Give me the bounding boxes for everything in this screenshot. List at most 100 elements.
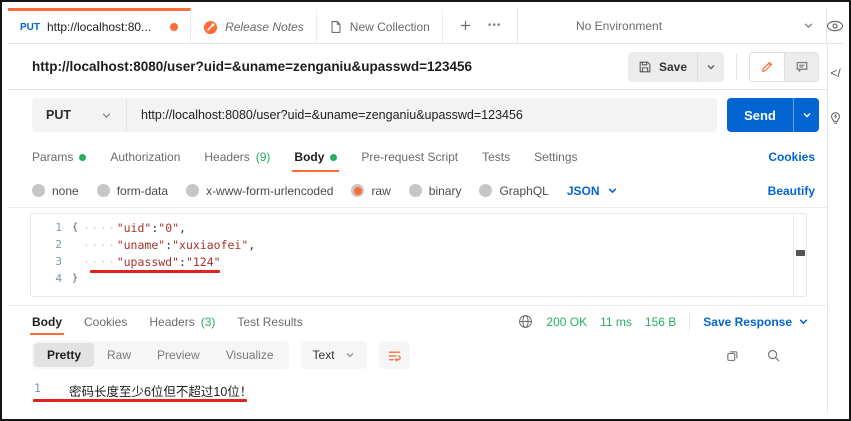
environment-selector[interactable]: No Environment <box>564 8 826 43</box>
mode-form-data[interactable]: form-data <box>96 184 168 198</box>
indent-dots: ···· <box>83 237 117 252</box>
tab-new-collection-label: New Collection <box>349 20 430 34</box>
response-toolbar: Pretty Raw Preview Visualize Text <box>8 337 827 373</box>
radio-raw-selected[interactable] <box>351 184 365 197</box>
tab-pre-request-script[interactable]: Pre-request Script <box>361 140 458 174</box>
response-header: Body Cookies Headers (3) Test Results 20… <box>8 305 827 337</box>
comments-button[interactable] <box>784 52 818 81</box>
chevron-down-icon <box>101 110 112 121</box>
url-bar: PUT http://localhost:8080/user?uid=&unam… <box>32 98 717 132</box>
request-tab-active[interactable]: PUT http://localhost:80... <box>8 8 192 43</box>
wrap-lines-button[interactable] <box>378 341 410 369</box>
mode-binary[interactable]: binary <box>408 183 462 198</box>
editor-line: 1 { ···· "uid": "0", <box>31 219 806 236</box>
json-comma: , <box>248 237 256 252</box>
annotation-underline-response <box>33 399 247 402</box>
screenshot-frame: PUT http://localhost:80... Release Notes… <box>0 0 851 421</box>
editor-scrollbar-thumb[interactable] <box>796 250 805 256</box>
radio-urlencoded[interactable] <box>186 184 200 197</box>
line-number: 1 <box>55 221 62 234</box>
search-icon[interactable] <box>766 348 781 363</box>
headers-count: (9) <box>255 150 271 164</box>
globe-network-icon[interactable] <box>518 314 533 329</box>
tab-headers-label: Headers <box>204 150 250 164</box>
mode-graphql[interactable]: GraphQL <box>479 183 549 198</box>
response-tab-headers[interactable]: Headers (3) <box>149 306 215 337</box>
tab-release-notes[interactable]: Release Notes <box>191 8 317 43</box>
url-input[interactable]: http://localhost:8080/user?uid=&uname=ze… <box>127 108 523 122</box>
view-raw[interactable]: Raw <box>94 343 144 367</box>
code-snippet-icon[interactable]: </ <box>830 66 840 80</box>
chevron-down-icon <box>798 316 809 327</box>
mode-graphql-label: GraphQL <box>499 183 549 198</box>
response-line-text: 密码长度至少6位但不超过10位！ <box>68 385 253 399</box>
radio-none[interactable] <box>32 184 45 197</box>
new-tab-plus-icon[interactable] <box>459 19 472 32</box>
view-visualize[interactable]: Visualize <box>213 343 287 367</box>
response-tab-test-results-label: Test Results <box>237 314 303 329</box>
response-tab-body[interactable]: Body <box>30 306 64 337</box>
cookies-link[interactable]: Cookies <box>768 150 815 164</box>
save-button-label: Save <box>658 59 687 74</box>
params-active-dot <box>79 153 87 161</box>
json-value: "124" <box>185 254 221 269</box>
more-tabs-icon[interactable]: ••• <box>488 20 502 31</box>
request-tabs: Params Authorization Headers (9) Body Pr… <box>8 140 827 174</box>
mode-none[interactable]: none <box>32 184 79 198</box>
language-select[interactable]: JSON <box>567 184 618 198</box>
save-response-button[interactable]: Save Response <box>703 315 809 329</box>
tab-new-collection[interactable]: New Collection <box>317 8 443 43</box>
tab-body[interactable]: Body <box>292 140 340 174</box>
radio-binary[interactable] <box>408 184 422 197</box>
editor-scrollbar[interactable] <box>793 214 806 296</box>
lightbulb-icon[interactable] <box>828 110 843 126</box>
response-view-switch: Pretty Raw Preview Visualize <box>32 341 289 369</box>
format-select[interactable]: Text <box>300 341 367 369</box>
tab-authorization-label: Authorization <box>110 150 181 164</box>
beautify-link[interactable]: Beautify <box>768 184 815 198</box>
tabbar-divider <box>517 8 519 43</box>
send-button[interactable]: Send <box>727 98 819 132</box>
tab-tests[interactable]: Tests <box>482 140 510 174</box>
editor-line: 2 ···· "uname": "xuxiaofei", <box>31 236 806 253</box>
tab-params[interactable]: Params <box>32 140 87 174</box>
json-comma: , <box>179 220 186 235</box>
send-button-label: Send <box>744 107 776 123</box>
environment-quicklook[interactable] <box>827 8 843 43</box>
pencil-icon <box>760 60 774 74</box>
json-value: "0" <box>158 220 180 235</box>
method-select[interactable]: PUT <box>32 98 127 132</box>
tab-authorization[interactable]: Authorization <box>110 140 180 174</box>
view-pretty[interactable]: Pretty <box>34 343 95 367</box>
response-tab-test-results[interactable]: Test Results <box>237 306 302 337</box>
radio-form-data[interactable] <box>96 184 110 197</box>
tab-settings[interactable]: Settings <box>534 140 577 174</box>
send-options-caret[interactable] <box>793 98 819 132</box>
title-actions-divider <box>736 53 737 80</box>
edit-documentation-button[interactable] <box>750 52 784 81</box>
response-body[interactable]: 1 密码长度至少6位但不超过10位！ <box>8 373 827 413</box>
tab-headers[interactable]: Headers (9) <box>204 140 270 174</box>
json-value: "xuxiaofei" <box>172 237 249 252</box>
request-body-editor[interactable]: 1 { ···· "uid": "0", 2 ···· "uname": "xuxi… <box>30 213 807 297</box>
save-button[interactable]: Save <box>627 51 724 82</box>
save-options-caret[interactable] <box>697 51 724 82</box>
json-colon: : <box>151 220 159 235</box>
mode-raw-label: raw <box>371 183 391 198</box>
json-key: "uname" <box>116 237 166 252</box>
request-tab-method: PUT <box>20 21 40 33</box>
fold-brace[interactable]: } <box>67 273 83 284</box>
body-row: http://localhost:8080/user?uid=&uname=ze… <box>8 44 843 413</box>
fold-brace[interactable]: { <box>67 222 83 233</box>
response-headers-count: (3) <box>200 314 216 329</box>
mode-raw[interactable]: raw <box>351 183 391 198</box>
view-preview[interactable]: Preview <box>144 343 213 367</box>
mode-binary-label: binary <box>428 183 462 198</box>
radio-graphql[interactable] <box>479 184 493 197</box>
response-meta: 200 OK 11 ms 156 B Save Response <box>518 312 815 331</box>
mode-urlencoded[interactable]: x-www-form-urlencoded <box>186 184 333 198</box>
editor-line: 3 ···· "upasswd": "124" <box>31 253 806 270</box>
copy-icon[interactable] <box>725 348 740 363</box>
environment-label: No Environment <box>576 18 663 33</box>
response-tab-cookies[interactable]: Cookies <box>84 306 127 337</box>
